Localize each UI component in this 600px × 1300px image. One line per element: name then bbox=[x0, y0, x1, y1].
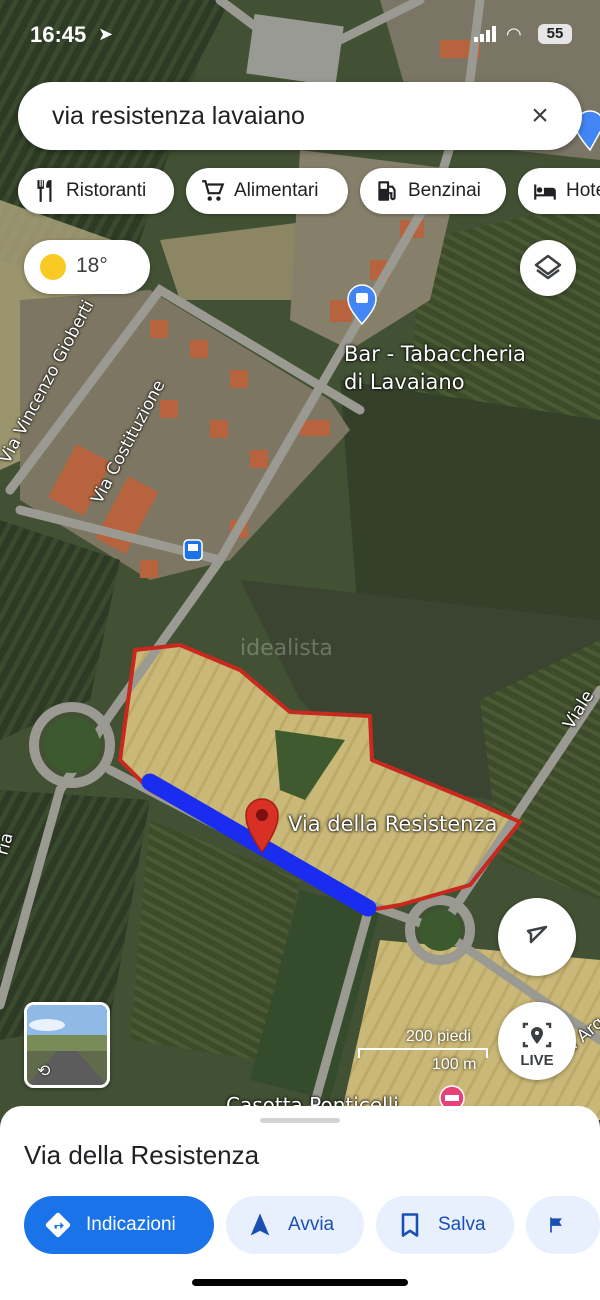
live-view-button[interactable]: LIVE bbox=[498, 1002, 576, 1080]
chip-label: Hote bbox=[566, 180, 600, 201]
close-icon[interactable]: × bbox=[520, 96, 560, 136]
wifi-icon: ◠ bbox=[506, 24, 522, 44]
battery-icon: 55 bbox=[538, 24, 572, 44]
navigation-arrow-icon bbox=[526, 925, 548, 944]
weather-temp: 18° bbox=[76, 254, 108, 277]
fork-knife-icon bbox=[37, 180, 52, 202]
pin-label[interactable]: Via della Resistenza bbox=[288, 812, 497, 836]
directions-label: Indicazioni bbox=[86, 1214, 176, 1235]
poi-label-bar-line2: di Lavaiano bbox=[344, 370, 465, 394]
chip-label: Benzinai bbox=[408, 180, 481, 201]
poi-label-bar[interactable]: Bar - Tabaccheria di Lavaiano bbox=[344, 340, 526, 396]
sun-icon bbox=[40, 254, 66, 280]
save-label: Salva bbox=[438, 1214, 486, 1235]
bookmark-icon bbox=[401, 1213, 419, 1237]
sheet-grabber[interactable] bbox=[260, 1118, 340, 1123]
chip-ristoranti[interactable]: Ristoranti bbox=[18, 168, 174, 214]
scale-meters: 100 m bbox=[432, 1056, 477, 1073]
home-indicator[interactable] bbox=[192, 1279, 408, 1286]
rotate-360-icon: ⟲ bbox=[37, 1063, 51, 1080]
bed-icon bbox=[534, 184, 556, 200]
chip-alimentari[interactable]: Alimentari bbox=[186, 168, 348, 214]
place-title: Via della Resistenza bbox=[24, 1140, 260, 1170]
status-time: 16:45 bbox=[30, 22, 87, 47]
cellular-signal-icon bbox=[474, 26, 496, 42]
layers-button[interactable] bbox=[520, 240, 576, 296]
layers-icon bbox=[534, 254, 562, 280]
directions-button[interactable]: Indicazioni bbox=[24, 1196, 214, 1254]
map-watermark: idealista bbox=[240, 636, 333, 661]
start-button[interactable]: Avvia bbox=[226, 1196, 364, 1254]
bus-stop-icon[interactable] bbox=[183, 539, 203, 561]
start-label: Avvia bbox=[288, 1214, 335, 1235]
chip-hotel[interactable]: Hote bbox=[518, 168, 600, 214]
save-button[interactable]: Salva bbox=[376, 1196, 514, 1254]
chip-label: Ristoranti bbox=[66, 180, 147, 201]
live-label: LIVE bbox=[520, 1052, 554, 1069]
search-bar[interactable]: via resistenza lavaiano × bbox=[18, 82, 582, 150]
status-bar: 16:45 ➤ ◠ 55 bbox=[0, 0, 600, 70]
label-button[interactable] bbox=[526, 1196, 600, 1254]
navigation-arrow-icon bbox=[250, 1213, 270, 1236]
scale-feet: 200 piedi bbox=[406, 1028, 471, 1045]
cart-icon bbox=[202, 180, 225, 201]
gas-pump-icon bbox=[378, 181, 396, 201]
place-sheet[interactable]: Via della Resistenza Indicazioni Avvia S… bbox=[0, 1106, 600, 1300]
poi-label-bar-line1: Bar - Tabaccheria bbox=[344, 342, 526, 366]
location-arrow-icon: ➤ bbox=[98, 24, 114, 44]
weather-badge[interactable]: 18° bbox=[24, 240, 150, 294]
directions-icon bbox=[45, 1212, 71, 1238]
street-view-thumbnail[interactable]: ⟲ bbox=[24, 1002, 110, 1088]
my-location-button[interactable] bbox=[498, 898, 576, 976]
chip-benzinai[interactable]: Benzinai bbox=[360, 168, 506, 214]
map-scale: 200 piedi 100 m bbox=[356, 1028, 488, 1076]
search-query[interactable]: via resistenza lavaiano bbox=[52, 102, 305, 131]
flag-icon bbox=[550, 1217, 562, 1233]
chip-label: Alimentari bbox=[234, 180, 319, 201]
